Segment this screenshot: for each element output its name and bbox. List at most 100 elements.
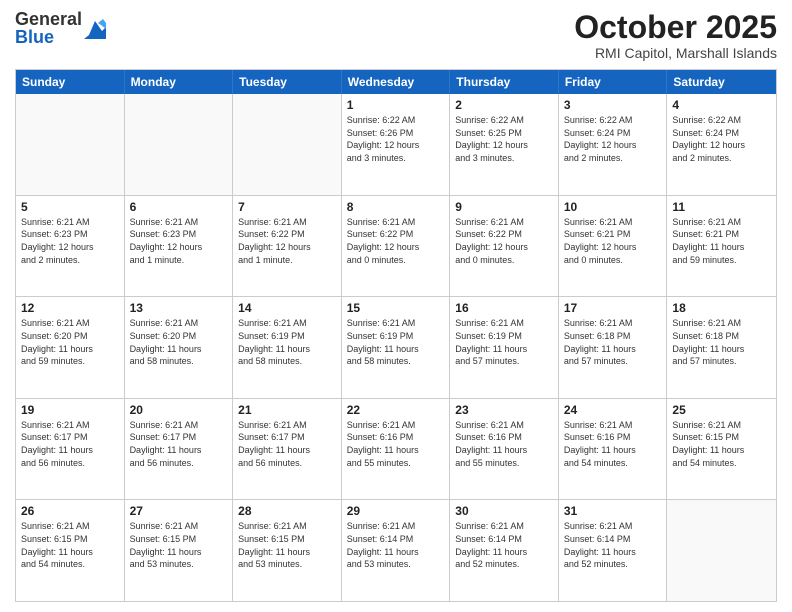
header-cell-wednesday: Wednesday bbox=[342, 70, 451, 94]
calendar-cell: 11Sunrise: 6:21 AMSunset: 6:21 PMDayligh… bbox=[667, 196, 776, 297]
calendar-cell bbox=[667, 500, 776, 601]
calendar-cell: 6 Sunrise: 6:21 AMSunset: 6:23 PMDaylight… bbox=[125, 196, 234, 297]
day-number: 16 bbox=[455, 301, 553, 315]
cell-info: Sunrise: 6:21 AMSunset: 6:20 PMDaylight:… bbox=[130, 317, 228, 367]
day-number: 20 bbox=[130, 403, 228, 417]
cell-info: Sunrise: 6:21 AMSunset: 6:22 PMDaylight:… bbox=[347, 216, 445, 266]
cell-info: Sunrise: 6:21 AMSunset: 6:18 PMDaylight:… bbox=[564, 317, 662, 367]
day-number: 3 bbox=[564, 98, 662, 112]
calendar-row-3: 19 Sunrise: 6:21 AMSunset: 6:17 PMDayligh… bbox=[16, 398, 776, 500]
calendar-cell: 4 Sunrise: 6:22 AMSunset: 6:24 PMDaylight… bbox=[667, 94, 776, 195]
cell-info: Sunrise: 6:21 AMSunset: 6:19 PMDaylight:… bbox=[238, 317, 336, 367]
calendar: SundayMondayTuesdayWednesdayThursdayFrid… bbox=[15, 69, 777, 602]
calendar-cell: 17 Sunrise: 6:21 AMSunset: 6:18 PMDayligh… bbox=[559, 297, 668, 398]
logo-general: General bbox=[15, 10, 82, 28]
calendar-row-1: 5 Sunrise: 6:21 AMSunset: 6:23 PMDaylight… bbox=[16, 195, 776, 297]
title-area: October 2025 RMI Capitol, Marshall Islan… bbox=[574, 10, 777, 61]
calendar-row-0: 1Sunrise: 6:22 AMSunset: 6:26 PMDaylight… bbox=[16, 94, 776, 195]
day-number: 31 bbox=[564, 504, 662, 518]
calendar-cell: 19Sunrise: 6:21 AMSunset: 6:17 PMDayligh… bbox=[16, 399, 125, 500]
calendar-cell: 14 Sunrise: 6:21 AMSunset: 6:19 PMDayligh… bbox=[233, 297, 342, 398]
month-title: October 2025 bbox=[574, 10, 777, 45]
calendar-cell: 1Sunrise: 6:22 AMSunset: 6:26 PMDaylight… bbox=[342, 94, 451, 195]
calendar-cell: 7 Sunrise: 6:21 AMSunset: 6:22 PMDaylight… bbox=[233, 196, 342, 297]
calendar-row-4: 26 Sunrise: 6:21 AMSunset: 6:15 PMDayligh… bbox=[16, 499, 776, 601]
header-cell-monday: Monday bbox=[125, 70, 234, 94]
calendar-cell: 10Sunrise: 6:21 AMSunset: 6:21 PMDayligh… bbox=[559, 196, 668, 297]
cell-info: Sunrise: 6:21 AMSunset: 6:23 PMDaylight:… bbox=[130, 216, 228, 266]
logo-icon bbox=[84, 17, 106, 39]
calendar-cell: 26Sunrise: 6:21 AMSunset: 6:15 PMDayligh… bbox=[16, 500, 125, 601]
day-number: 26 bbox=[21, 504, 119, 518]
cell-info: Sunrise: 6:21 AMSunset: 6:14 PMDaylight:… bbox=[455, 520, 553, 570]
day-number: 6 bbox=[130, 200, 228, 214]
header: General Blue October 2025 RMI Capitol, M… bbox=[15, 10, 777, 61]
header-cell-sunday: Sunday bbox=[16, 70, 125, 94]
subtitle: RMI Capitol, Marshall Islands bbox=[574, 45, 777, 61]
calendar-cell: 23Sunrise: 6:21 AMSunset: 6:16 PMDayligh… bbox=[450, 399, 559, 500]
calendar-cell: 18Sunrise: 6:21 AMSunset: 6:18 PMDayligh… bbox=[667, 297, 776, 398]
calendar-cell: 8 Sunrise: 6:21 AMSunset: 6:22 PMDaylight… bbox=[342, 196, 451, 297]
calendar-cell bbox=[233, 94, 342, 195]
cell-info: Sunrise: 6:21 AMSunset: 6:15 PMDaylight:… bbox=[238, 520, 336, 570]
calendar-cell: 20 Sunrise: 6:21 AMSunset: 6:17 PMDayligh… bbox=[125, 399, 234, 500]
cell-info: Sunrise: 6:21 AMSunset: 6:21 PMDaylight:… bbox=[564, 216, 662, 266]
page: General Blue October 2025 RMI Capitol, M… bbox=[0, 0, 792, 612]
cell-info: Sunrise: 6:21 AMSunset: 6:18 PMDaylight:… bbox=[672, 317, 771, 367]
day-number: 23 bbox=[455, 403, 553, 417]
day-number: 4 bbox=[672, 98, 771, 112]
calendar-cell: 24Sunrise: 6:21 AMSunset: 6:16 PMDayligh… bbox=[559, 399, 668, 500]
calendar-cell: 29 Sunrise: 6:21 AMSunset: 6:14 PMDayligh… bbox=[342, 500, 451, 601]
calendar-cell: 30Sunrise: 6:21 AMSunset: 6:14 PMDayligh… bbox=[450, 500, 559, 601]
calendar-body: 1Sunrise: 6:22 AMSunset: 6:26 PMDaylight… bbox=[16, 94, 776, 601]
day-number: 21 bbox=[238, 403, 336, 417]
cell-info: Sunrise: 6:22 AMSunset: 6:24 PMDaylight:… bbox=[564, 114, 662, 164]
day-number: 9 bbox=[455, 200, 553, 214]
cell-info: Sunrise: 6:21 AMSunset: 6:22 PMDaylight:… bbox=[238, 216, 336, 266]
cell-info: Sunrise: 6:22 AMSunset: 6:24 PMDaylight:… bbox=[672, 114, 771, 164]
cell-info: Sunrise: 6:21 AMSunset: 6:23 PMDaylight:… bbox=[21, 216, 119, 266]
day-number: 15 bbox=[347, 301, 445, 315]
cell-info: Sunrise: 6:21 AMSunset: 6:17 PMDaylight:… bbox=[130, 419, 228, 469]
day-number: 29 bbox=[347, 504, 445, 518]
day-number: 25 bbox=[672, 403, 771, 417]
cell-info: Sunrise: 6:21 AMSunset: 6:19 PMDaylight:… bbox=[455, 317, 553, 367]
header-cell-tuesday: Tuesday bbox=[233, 70, 342, 94]
cell-info: Sunrise: 6:21 AMSunset: 6:14 PMDaylight:… bbox=[564, 520, 662, 570]
day-number: 8 bbox=[347, 200, 445, 214]
day-number: 7 bbox=[238, 200, 336, 214]
day-number: 2 bbox=[455, 98, 553, 112]
day-number: 17 bbox=[564, 301, 662, 315]
calendar-cell bbox=[125, 94, 234, 195]
day-number: 5 bbox=[21, 200, 119, 214]
calendar-cell: 13 Sunrise: 6:21 AMSunset: 6:20 PMDayligh… bbox=[125, 297, 234, 398]
day-number: 22 bbox=[347, 403, 445, 417]
cell-info: Sunrise: 6:21 AMSunset: 6:14 PMDaylight:… bbox=[347, 520, 445, 570]
cell-info: Sunrise: 6:21 AMSunset: 6:22 PMDaylight:… bbox=[455, 216, 553, 266]
day-number: 1 bbox=[347, 98, 445, 112]
header-cell-friday: Friday bbox=[559, 70, 668, 94]
header-cell-thursday: Thursday bbox=[450, 70, 559, 94]
logo: General Blue bbox=[15, 10, 106, 46]
calendar-cell: 31 Sunrise: 6:21 AMSunset: 6:14 PMDayligh… bbox=[559, 500, 668, 601]
day-number: 13 bbox=[130, 301, 228, 315]
day-number: 28 bbox=[238, 504, 336, 518]
cell-info: Sunrise: 6:21 AMSunset: 6:19 PMDaylight:… bbox=[347, 317, 445, 367]
calendar-cell: 9 Sunrise: 6:21 AMSunset: 6:22 PMDaylight… bbox=[450, 196, 559, 297]
calendar-cell: 2Sunrise: 6:22 AMSunset: 6:25 PMDaylight… bbox=[450, 94, 559, 195]
day-number: 27 bbox=[130, 504, 228, 518]
calendar-cell: 16 Sunrise: 6:21 AMSunset: 6:19 PMDayligh… bbox=[450, 297, 559, 398]
day-number: 24 bbox=[564, 403, 662, 417]
calendar-row-2: 12 Sunrise: 6:21 AMSunset: 6:20 PMDayligh… bbox=[16, 296, 776, 398]
calendar-cell: 27Sunrise: 6:21 AMSunset: 6:15 PMDayligh… bbox=[125, 500, 234, 601]
day-number: 19 bbox=[21, 403, 119, 417]
cell-info: Sunrise: 6:21 AMSunset: 6:15 PMDaylight:… bbox=[672, 419, 771, 469]
day-number: 14 bbox=[238, 301, 336, 315]
cell-info: Sunrise: 6:21 AMSunset: 6:20 PMDaylight:… bbox=[21, 317, 119, 367]
calendar-cell bbox=[16, 94, 125, 195]
calendar-cell: 22Sunrise: 6:21 AMSunset: 6:16 PMDayligh… bbox=[342, 399, 451, 500]
calendar-cell: 12 Sunrise: 6:21 AMSunset: 6:20 PMDayligh… bbox=[16, 297, 125, 398]
day-number: 12 bbox=[21, 301, 119, 315]
header-cell-saturday: Saturday bbox=[667, 70, 776, 94]
cell-info: Sunrise: 6:21 AMSunset: 6:21 PMDaylight:… bbox=[672, 216, 771, 266]
